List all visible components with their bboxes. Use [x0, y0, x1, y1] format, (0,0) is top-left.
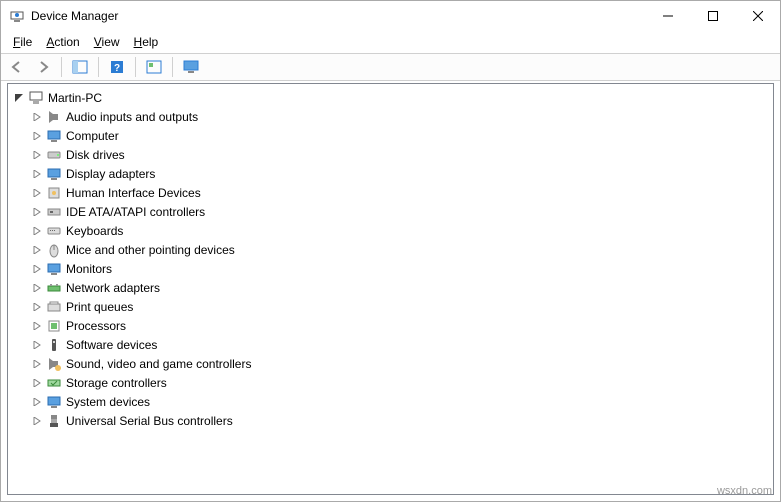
twisty-collapsed-icon[interactable] [30, 414, 44, 428]
tree-item-label: Sound, video and game controllers [66, 357, 251, 371]
window-controls [645, 1, 780, 31]
tree-item[interactable]: Audio inputs and outputs [8, 107, 773, 126]
twisty-collapsed-icon[interactable] [30, 205, 44, 219]
twisty-collapsed-icon[interactable] [30, 167, 44, 181]
close-button[interactable] [735, 1, 780, 31]
device-category-icon [46, 185, 62, 201]
titlebar: Device Manager [1, 1, 780, 31]
device-category-icon [46, 356, 62, 372]
device-category-icon [46, 375, 62, 391]
tree-item[interactable]: Processors [8, 316, 773, 335]
tree-item[interactable]: Network adapters [8, 278, 773, 297]
tree-item-label: Computer [66, 129, 119, 143]
device-category-icon [46, 166, 62, 182]
device-category-icon [46, 147, 62, 163]
watermark: wsxdn.com [717, 485, 772, 497]
menu-file[interactable]: File [7, 33, 38, 51]
twisty-collapsed-icon[interactable] [30, 395, 44, 409]
twisty-collapsed-icon[interactable] [30, 110, 44, 124]
tree-item[interactable]: System devices [8, 392, 773, 411]
twisty-collapsed-icon[interactable] [30, 186, 44, 200]
tree-item[interactable]: Mice and other pointing devices [8, 240, 773, 259]
device-category-icon [46, 413, 62, 429]
tree-item[interactable]: Display adapters [8, 164, 773, 183]
forward-button[interactable] [31, 56, 55, 78]
tree-root[interactable]: Martin-PC [8, 88, 773, 107]
device-category-icon [46, 394, 62, 410]
twisty-collapsed-icon[interactable] [30, 224, 44, 238]
tree-item-label: Universal Serial Bus controllers [66, 414, 233, 428]
tree-item-label: Disk drives [66, 148, 125, 162]
device-category-icon [46, 337, 62, 353]
tree-item[interactable]: IDE ATA/ATAPI controllers [8, 202, 773, 221]
menu-view[interactable]: View [88, 33, 126, 51]
tree-item[interactable]: Sound, video and game controllers [8, 354, 773, 373]
tree-item-label: System devices [66, 395, 150, 409]
toolbar-separator [135, 57, 136, 77]
device-category-icon [46, 299, 62, 315]
tree-item-label: Human Interface Devices [66, 186, 201, 200]
device-category-icon [46, 128, 62, 144]
tree-item[interactable]: Print queues [8, 297, 773, 316]
monitor-button[interactable] [179, 56, 203, 78]
tree-item[interactable]: Keyboards [8, 221, 773, 240]
tree-item[interactable]: Human Interface Devices [8, 183, 773, 202]
tree-item-label: Display adapters [66, 167, 155, 181]
twisty-collapsed-icon[interactable] [30, 319, 44, 333]
tree-item-label: Monitors [66, 262, 112, 276]
toolbar-separator [172, 57, 173, 77]
tree-item-label: IDE ATA/ATAPI controllers [66, 205, 205, 219]
twisty-collapsed-icon[interactable] [30, 129, 44, 143]
twisty-collapsed-icon[interactable] [30, 376, 44, 390]
app-icon [9, 8, 25, 24]
device-category-icon [46, 204, 62, 220]
maximize-button[interactable] [690, 1, 735, 31]
tree-item-label: Audio inputs and outputs [66, 110, 198, 124]
twisty-collapsed-icon[interactable] [30, 243, 44, 257]
twisty-collapsed-icon[interactable] [30, 357, 44, 371]
toolbar-separator [98, 57, 99, 77]
minimize-button[interactable] [645, 1, 690, 31]
tree-item[interactable]: Software devices [8, 335, 773, 354]
twisty-collapsed-icon[interactable] [30, 300, 44, 314]
twisty-collapsed-icon[interactable] [30, 338, 44, 352]
twisty-collapsed-icon[interactable] [30, 281, 44, 295]
menubar: File Action View Help [1, 31, 780, 53]
computer-icon [28, 90, 44, 106]
twisty-collapsed-icon[interactable] [30, 148, 44, 162]
tree-root-label: Martin-PC [48, 91, 102, 105]
twisty-collapsed-icon[interactable] [30, 262, 44, 276]
tree-item-label: Software devices [66, 338, 157, 352]
tree-item[interactable]: Universal Serial Bus controllers [8, 411, 773, 430]
device-category-icon [46, 261, 62, 277]
tree-item-label: Mice and other pointing devices [66, 243, 235, 257]
tree-item[interactable]: Storage controllers [8, 373, 773, 392]
tree-item-label: Storage controllers [66, 376, 167, 390]
window-title: Device Manager [31, 9, 645, 23]
tree-item[interactable]: Disk drives [8, 145, 773, 164]
toolbar: ? [1, 53, 780, 81]
menu-help[interactable]: Help [128, 33, 165, 51]
menu-action[interactable]: Action [40, 33, 85, 51]
tree-item-label: Print queues [66, 300, 133, 314]
scan-hardware-button[interactable] [142, 56, 166, 78]
twisty-expanded-icon[interactable] [12, 91, 26, 105]
device-category-icon [46, 318, 62, 334]
svg-text:?: ? [114, 63, 120, 74]
device-category-icon [46, 109, 62, 125]
tree-item[interactable]: Monitors [8, 259, 773, 278]
back-button[interactable] [5, 56, 29, 78]
help-button[interactable]: ? [105, 56, 129, 78]
tree-item[interactable]: Computer [8, 126, 773, 145]
tree-item-label: Network adapters [66, 281, 160, 295]
tree-item-label: Processors [66, 319, 126, 333]
device-category-icon [46, 242, 62, 258]
show-hide-tree-button[interactable] [68, 56, 92, 78]
device-category-icon [46, 223, 62, 239]
toolbar-separator [61, 57, 62, 77]
device-category-icon [46, 280, 62, 296]
device-tree[interactable]: Martin-PC Audio inputs and outputs Comput… [7, 83, 774, 495]
tree-item-label: Keyboards [66, 224, 123, 238]
